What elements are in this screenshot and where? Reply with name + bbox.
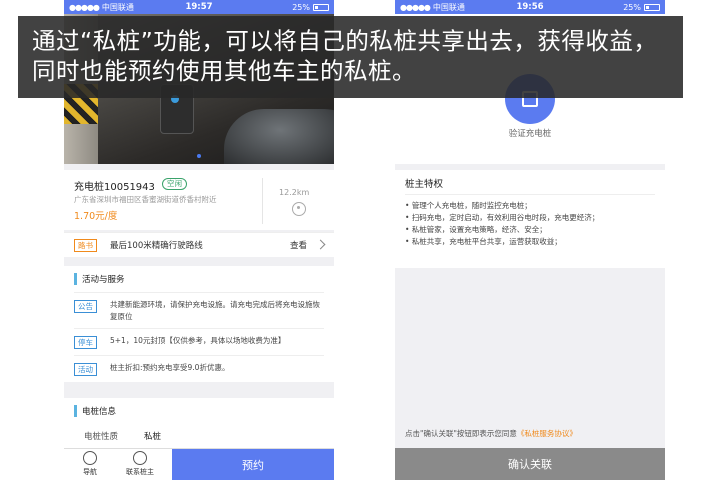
navigation-pin-icon — [83, 451, 97, 465]
divider — [262, 178, 263, 224]
battery-icon — [313, 3, 329, 11]
service-agreement-link[interactable]: 《私桩服务协议》 — [517, 429, 577, 438]
screenshot-canvas: ●●●●● 中国联通 19:57 25% 充电桩10051943 空闲 广东省深… — [0, 0, 720, 480]
agreement-text: 点击"确认关联"按钮即表示您同意 — [405, 429, 517, 438]
chevron-right-icon — [315, 239, 326, 250]
route-text: 最后100米精确行驶路线 — [110, 241, 203, 251]
clock: 19:57 — [185, 2, 213, 12]
caption-banner: 通过“私桩”功能，可以将自己的私桩共享出去，获得收益，同时也能预约使用其他车主的… — [18, 16, 683, 98]
services-title: 活动与服务 — [82, 275, 125, 285]
service-text: 桩主折扣:预约充电享受9.0折优惠。 — [110, 363, 230, 372]
status-bar: ●●●●● 中国联通 19:57 25% — [64, 0, 334, 14]
pile-info-section: 电桩信息 电桩性质 私桩 — [64, 398, 334, 450]
status-badge: 空闲 — [162, 178, 187, 190]
service-tag: 活动 — [74, 363, 97, 376]
confirm-link-button[interactable]: 确认关联 — [395, 448, 665, 480]
service-text: 共建新能源环境，请保护充电设施。请充电完成后将充电设施恢复原位 — [110, 300, 320, 321]
pile-type-value: 私桩 — [144, 432, 162, 442]
agreement-notice: 点击"确认关联"按钮即表示您同意《私桩服务协议》 — [405, 428, 577, 439]
status-bar: ●●●●● 中国联通 19:56 25% — [395, 0, 665, 14]
service-item-notice: 公告 共建新能源环境，请保护充电设施。请充电完成后将充电设施恢复原位 — [74, 292, 324, 328]
station-address: 广东省深圳市福田区香蜜湖街道侨香村附近 — [74, 195, 217, 204]
service-item-promo: 活动 桩主折扣:预约充电享受9.0折优惠。 — [74, 355, 324, 382]
route-tag: 路书 — [74, 239, 97, 252]
pile-info-header: 电桩信息 — [64, 398, 334, 424]
service-tag: 停车 — [74, 336, 97, 349]
section-accent-bar — [74, 273, 77, 285]
clock: 19:56 — [516, 2, 544, 12]
service-tag: 公告 — [74, 300, 97, 313]
pile-type-label: 电桩性质 — [84, 432, 119, 442]
pile-type-row: 电桩性质 私桩 — [64, 424, 334, 448]
service-text: 5+1，10元封顶【仅供参考，具体以场地收费为准】 — [110, 336, 286, 345]
battery-icon — [644, 3, 660, 11]
navigate-button[interactable]: 导航 — [70, 451, 110, 477]
privileges-list: 管理个人充电桩，随时监控充电桩； 扫码充电，定时启动，有效利用谷电时段，充电更经… — [405, 200, 655, 248]
contact-owner-label: 联系桩主 — [126, 468, 154, 476]
privilege-item: 管理个人充电桩，随时监控充电桩； — [405, 200, 655, 212]
station-name: 充电桩10051943 — [74, 182, 155, 193]
route-view-link[interactable]: 查看 — [290, 239, 307, 251]
reserve-button[interactable]: 预约 — [172, 449, 334, 480]
station-distance: 12.2km — [279, 188, 310, 197]
pile-info-title: 电桩信息 — [82, 407, 117, 417]
navigate-label: 导航 — [83, 468, 97, 476]
privilege-item: 扫码充电，定时启动，有效利用谷电时段，充电更经济； — [405, 212, 655, 224]
owner-privileges-card: 桩主特权 管理个人充电桩，随时监控充电桩； 扫码充电，定时启动，有效利用谷电时段… — [395, 170, 665, 268]
carousel-dots — [64, 154, 334, 158]
bottom-action-bar: 导航 联系桩主 预约 — [64, 448, 334, 480]
station-info-card: 充电桩10051943 空闲 广东省深圳市福田区香蜜湖街道侨香村附近 1.70元… — [64, 170, 334, 230]
station-price: 1.70元/度 — [74, 211, 118, 222]
contact-owner-button[interactable]: 联系桩主 — [120, 451, 160, 477]
privilege-item: 私桩共享，充电桩平台共享，运营获取收益； — [405, 236, 655, 248]
privilege-item: 私桩管家，设置充电策略，经济、安全； — [405, 224, 655, 236]
services-header: 活动与服务 — [64, 266, 334, 292]
route-guide-row[interactable]: 路书 最后100米精确行驶路线 查看 — [64, 232, 334, 257]
service-item-parking: 停车 5+1，10元封顶【仅供参考，具体以场地收费为准】 — [74, 328, 324, 355]
privileges-title: 桩主特权 — [405, 179, 444, 190]
section-accent-bar — [74, 405, 77, 417]
divider — [405, 194, 655, 195]
services-section: 活动与服务 公告 共建新能源环境，请保护充电设施。请充电完成后将充电设施恢复原位… — [64, 266, 334, 382]
carousel-dot-active — [197, 154, 201, 158]
verify-label: 验证充电桩 — [508, 129, 552, 139]
phone-icon — [133, 451, 147, 465]
location-pin-icon[interactable] — [292, 202, 306, 216]
